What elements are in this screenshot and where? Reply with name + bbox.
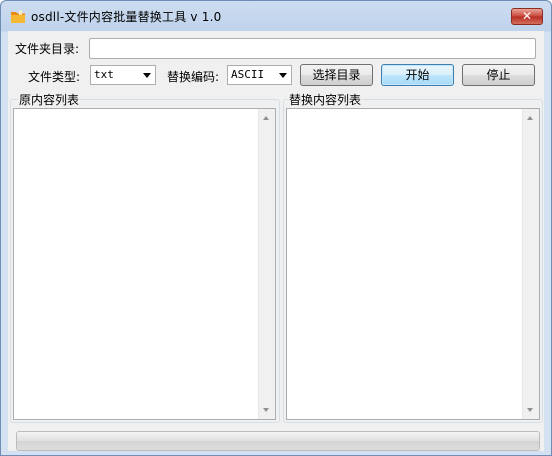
- folder-path-input[interactable]: [89, 38, 536, 59]
- title-bar[interactable]: osdll-文件内容批量替换工具 v 1.0 ✕: [1, 1, 551, 31]
- original-list-scrollbar[interactable]: [258, 109, 275, 419]
- filetype-label: 文件类型:: [28, 70, 81, 84]
- filetype-select[interactable]: txt: [90, 65, 156, 85]
- scroll-up-arrow-icon[interactable]: [263, 116, 269, 120]
- original-content-list[interactable]: [13, 108, 276, 420]
- encoding-label: 替换编码:: [167, 70, 220, 84]
- progress-bar: [16, 431, 540, 451]
- scroll-up-arrow-icon[interactable]: [527, 116, 533, 120]
- chevron-down-icon: [279, 73, 287, 78]
- original-content-title: 原内容列表: [18, 91, 81, 108]
- start-button[interactable]: 开始: [381, 64, 454, 86]
- replaced-list-scrollbar[interactable]: [522, 109, 539, 419]
- close-button[interactable]: ✕: [511, 8, 543, 25]
- client-area: 文件夹目录: 文件类型: txt 替换编码: ASCII 选择目录 开始 停止 …: [8, 31, 544, 451]
- close-icon: ✕: [521, 9, 533, 23]
- encoding-value: ASCII: [231, 68, 265, 81]
- choose-directory-button[interactable]: 选择目录: [300, 64, 373, 86]
- encoding-select[interactable]: ASCII: [227, 65, 292, 85]
- window-title: osdll-文件内容批量替换工具 v 1.0: [31, 10, 222, 24]
- stop-button[interactable]: 停止: [462, 64, 535, 86]
- chevron-down-icon: [143, 73, 151, 78]
- main-window: osdll-文件内容批量替换工具 v 1.0 ✕ 文件夹目录: 文件类型: tx…: [0, 0, 552, 456]
- scroll-down-arrow-icon[interactable]: [527, 408, 533, 412]
- folder-label: 文件夹目录:: [15, 42, 80, 56]
- filetype-value: txt: [94, 68, 114, 81]
- scroll-down-arrow-icon[interactable]: [263, 408, 269, 412]
- replaced-content-list[interactable]: [286, 108, 540, 420]
- replaced-content-title: 替换内容列表: [288, 91, 363, 108]
- folder-icon: [11, 10, 25, 23]
